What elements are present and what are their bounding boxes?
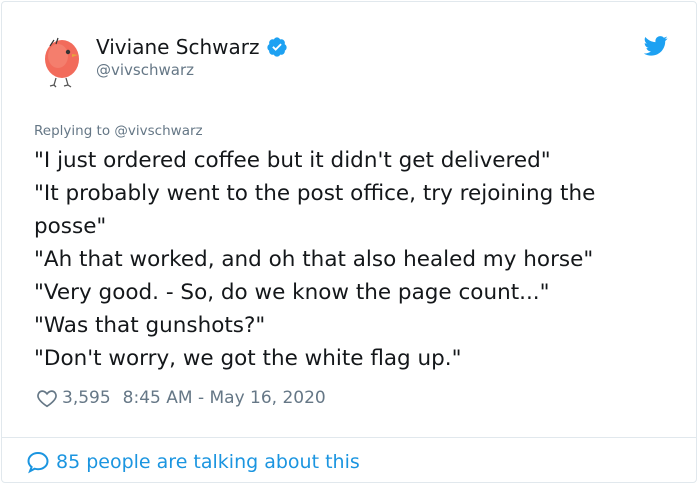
tweet-text: "I just ordered coffee but it didn't get… [34,144,674,375]
speech-bubble-icon [27,451,49,474]
tweet-card: Viviane Schwarz @vivschwarz Replying to … [1,1,697,483]
replying-to: Replying to @vivschwarz [34,122,203,140]
tweet-timestamp[interactable]: 8:45 AM - May 16, 2020 [123,386,326,410]
footer-divider [2,437,696,438]
like-count[interactable]: 3,595 [62,386,111,410]
heart-icon[interactable] [36,387,58,409]
replying-prefix: Replying to [34,123,111,139]
twitter-bird-icon[interactable] [644,36,668,56]
tweet-line: posse" [34,214,107,239]
author-display-name[interactable]: Viviane Schwarz [96,34,260,60]
talking-about-text: 85 people are talking about this [56,451,360,473]
tweet-line: "Very good. - So, do we know the page co… [34,280,550,305]
tweet-line: "Don't worry, we got the white flag up." [34,346,462,371]
talking-about-link[interactable]: 85 people are talking about this [26,449,360,475]
author-name-row: Viviane Schwarz [96,34,288,60]
verified-badge-icon [266,37,287,57]
tweet-line: "I just ordered coffee but it didn't get… [34,148,551,173]
author-handle[interactable]: @vivschwarz [96,60,194,80]
tweet-line: "It probably went to the post office, tr… [34,181,596,206]
avatar[interactable] [36,32,88,88]
tweet-header: Viviane Schwarz @vivschwarz [32,30,672,90]
tweet-line: "Was that gunshots?" [34,313,266,338]
replying-mention-link[interactable]: @vivschwarz [114,123,202,139]
tweet-meta: 3,595 8:45 AM - May 16, 2020 [36,386,326,410]
tweet-line: "Ah that worked, and oh that also healed… [34,247,594,272]
